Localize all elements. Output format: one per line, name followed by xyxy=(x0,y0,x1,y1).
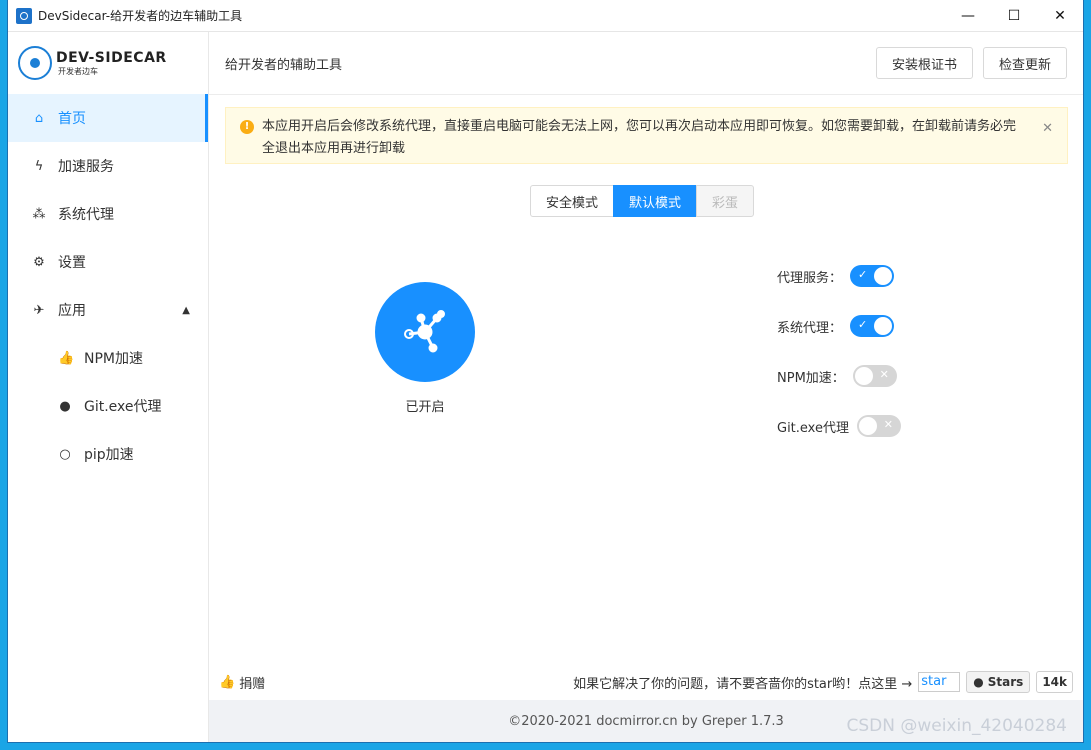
watermark: CSDN @weixin_42040284 xyxy=(846,716,1067,736)
power-toggle-button[interactable] xyxy=(375,282,475,382)
app-window: DevSidecar-给开发者的边车辅助工具 — ☐ ✕ DEV-SIDECAR… xyxy=(8,0,1083,742)
home-icon: ⌂ xyxy=(34,110,44,126)
header: 给开发者的辅助工具 安装根证书 检查更新 xyxy=(209,32,1083,95)
close-icon: ✕ xyxy=(883,418,893,431)
toggle-knob xyxy=(858,417,877,435)
star-image-link[interactable]: star xyxy=(918,672,961,692)
install-cert-button[interactable]: 安装根证书 xyxy=(875,47,973,79)
alert-text: 本应用开启后会修改系统代理，直接重启电脑可能会无法上网，您可以再次启动本应用即可… xyxy=(262,119,1017,156)
close-icon: ✕ xyxy=(879,368,889,381)
maximize-button[interactable]: ☐ xyxy=(991,0,1037,31)
hub-icon xyxy=(404,310,445,353)
switch-label: NPM加速： xyxy=(777,370,845,386)
mode-easter-egg: 彩蛋 xyxy=(696,185,755,217)
title-bar: DevSidecar-给开发者的边车辅助工具 — ☐ ✕ xyxy=(8,0,1083,32)
github-icon: ● xyxy=(59,398,71,414)
npm-toggle[interactable]: ✕ xyxy=(852,365,897,387)
check-update-button[interactable]: 检查更新 xyxy=(982,47,1067,79)
logo-icon xyxy=(18,46,52,80)
chevron-up-icon[interactable]: ▲ xyxy=(182,305,190,316)
page-title: 给开发者的辅助工具 xyxy=(225,57,343,73)
sidebar: DEV-SIDECAR 开发者边车 ⌂ 首页 ϟ 加速服务 ⁂ 系统代理 ⚙ 设… xyxy=(8,32,209,742)
warning-alert: ! 本应用开启后会修改系统代理，直接重启电脑可能会无法上网，您可以再次启动本应用… xyxy=(225,107,1068,164)
switch-row-npm: NPM加速： ✕ xyxy=(777,365,897,387)
bulb-icon: ○ xyxy=(59,446,71,462)
window-title: DevSidecar-给开发者的边车辅助工具 xyxy=(38,9,243,23)
github-stars-button[interactable]: ● Stars xyxy=(966,671,1031,693)
gear-icon: ⚙ xyxy=(33,254,45,270)
switch-row-proxy-service: 代理服务： ✓ xyxy=(777,265,895,287)
switch-label: Git.exe代理 xyxy=(777,420,849,436)
system-proxy-toggle[interactable]: ✓ xyxy=(850,315,895,337)
app-icon xyxy=(16,7,32,24)
github-stars-label: Stars xyxy=(987,675,1024,689)
mode-selector: 安全模式 默认模式 彩蛋 xyxy=(530,185,755,217)
sidebar-item-label: 应用 xyxy=(58,303,86,319)
switch-row-system-proxy: 系统代理： ✓ xyxy=(777,315,895,337)
close-icon[interactable]: ✕ xyxy=(1042,118,1053,140)
copyright-text: ©2020-2021 docmirror.cn by Greper 1.7.3 xyxy=(508,713,784,729)
window-controls: — ☐ ✕ xyxy=(945,0,1083,31)
footer-bar: 👍 捐赠 如果它解决了你的问题，请不要吝啬你的star哟！点这里 → star … xyxy=(209,667,1083,697)
sidebar-item-npm[interactable]: 👍 NPM加速 xyxy=(8,334,208,382)
github-stars-count[interactable]: 14k xyxy=(1036,671,1073,693)
lightning-icon: ϟ xyxy=(34,158,44,174)
sidebar-item-label: 首页 xyxy=(58,111,86,127)
status-label: 已开启 xyxy=(405,400,445,415)
mode-safe[interactable]: 安全模式 xyxy=(530,185,615,217)
logo-title: DEV-SIDECAR xyxy=(56,49,167,66)
git-toggle[interactable]: ✕ xyxy=(856,415,901,437)
sidebar-item-git[interactable]: ● Git.exe代理 xyxy=(8,382,208,430)
network-icon: ⁂ xyxy=(32,206,46,222)
logo-subtitle: 开发者边车 xyxy=(58,66,98,76)
logo: DEV-SIDECAR 开发者边车 xyxy=(8,32,208,94)
sidebar-item-label: Git.exe代理 xyxy=(84,399,162,415)
sidebar-item-speed-service[interactable]: ϟ 加速服务 xyxy=(8,142,208,190)
star-note-text: 如果它解决了你的问题，请不要吝啬你的star哟！点这里 → xyxy=(573,676,913,692)
minimize-button[interactable]: — xyxy=(945,0,991,31)
thumbs-up-icon: 👍 xyxy=(58,350,75,366)
toggle-knob xyxy=(874,317,893,335)
check-icon: ✓ xyxy=(858,268,868,281)
sidebar-item-system-proxy[interactable]: ⁂ 系统代理 xyxy=(8,190,208,238)
toggle-knob xyxy=(854,367,873,385)
warning-icon: ! xyxy=(240,120,254,134)
switch-label: 代理服务： xyxy=(777,270,843,286)
status-panel: 已开启 xyxy=(375,282,475,415)
donate-link[interactable]: 👍 捐赠 xyxy=(219,673,265,692)
mode-default[interactable]: 默认模式 xyxy=(613,185,698,217)
sidebar-item-label: 设置 xyxy=(58,255,86,271)
proxy-service-toggle[interactable]: ✓ xyxy=(850,265,895,287)
rocket-icon: ✈ xyxy=(33,302,45,318)
close-button[interactable]: ✕ xyxy=(1037,0,1083,31)
sidebar-item-home[interactable]: ⌂ 首页 xyxy=(8,94,208,142)
switch-row-git: Git.exe代理 ✕ xyxy=(777,415,901,437)
sidebar-item-label: NPM加速 xyxy=(84,351,143,367)
donate-label: 捐赠 xyxy=(239,676,266,692)
toggle-knob xyxy=(874,267,893,285)
check-icon: ✓ xyxy=(858,318,868,331)
switch-label: 系统代理： xyxy=(777,320,843,336)
github-icon: ● xyxy=(973,675,984,689)
sidebar-item-apps[interactable]: ✈ 应用 ▲ xyxy=(8,286,208,334)
sidebar-item-label: pip加速 xyxy=(84,447,134,463)
copyright-footer: ©2020-2021 docmirror.cn by Greper 1.7.3 … xyxy=(209,700,1083,742)
sidebar-item-label: 加速服务 xyxy=(58,159,114,175)
thumbs-up-icon: 👍 xyxy=(219,674,236,690)
main-content: 给开发者的辅助工具 安装根证书 检查更新 ! 本应用开启后会修改系统代理，直接重… xyxy=(209,32,1083,742)
sidebar-item-settings[interactable]: ⚙ 设置 xyxy=(8,238,208,286)
sidebar-item-pip[interactable]: ○ pip加速 xyxy=(8,430,208,478)
sidebar-item-label: 系统代理 xyxy=(58,207,114,223)
